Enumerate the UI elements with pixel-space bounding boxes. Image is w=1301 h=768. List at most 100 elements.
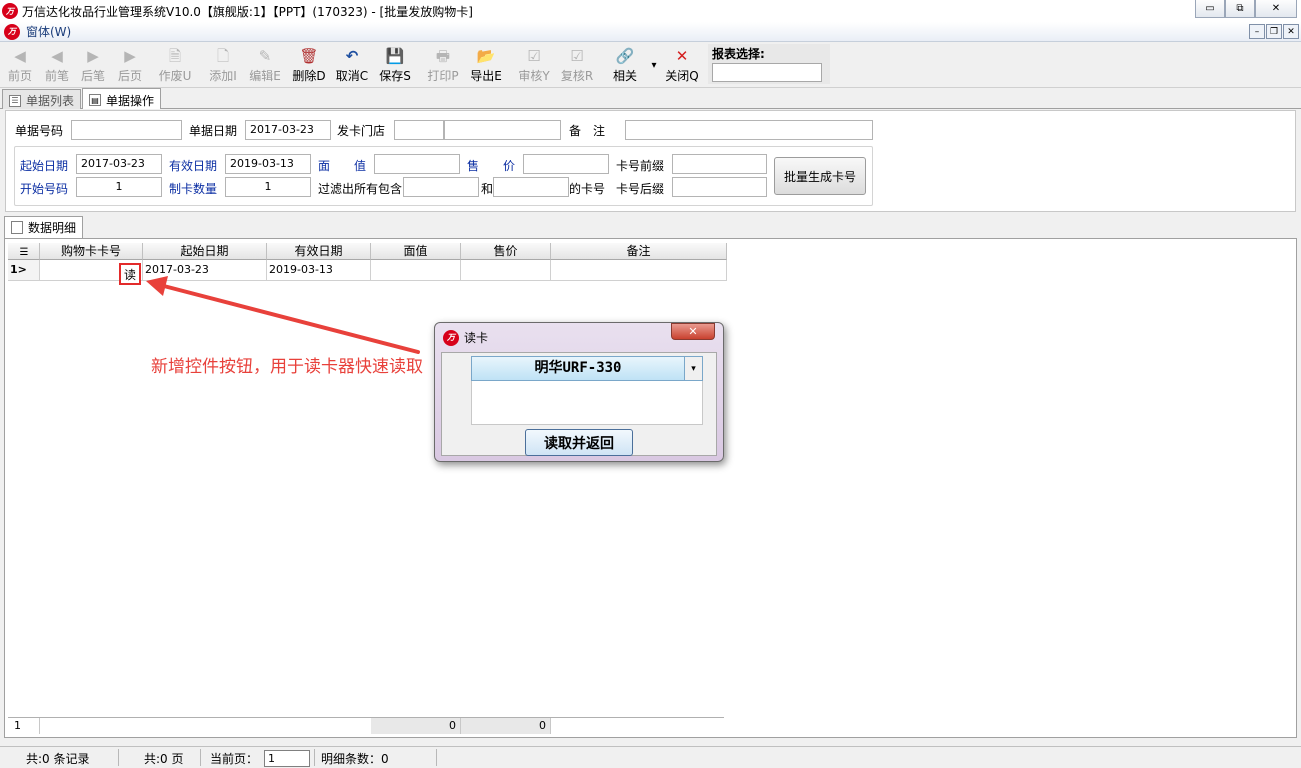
status-bar: 共:0 条记录 共:0 页 当前页： 1 明细条数：0	[0, 746, 1301, 768]
remark-label: 备 注	[569, 124, 606, 138]
delete-icon: 🗑	[299, 47, 319, 65]
menu-window[interactable]: 窗体(W)	[26, 23, 71, 40]
toolbar-prev-record-button[interactable]: ◀ 前笔	[37, 46, 77, 84]
col-header-card-no[interactable]: 购物卡卡号	[40, 243, 143, 260]
remark-input[interactable]	[625, 120, 873, 140]
toolbar-export-button[interactable]: 📂 导出E	[466, 46, 506, 84]
row-indicator[interactable]: 1>	[8, 260, 40, 281]
report-select-input[interactable]	[712, 63, 822, 82]
store-code-input[interactable]	[394, 120, 444, 140]
mdi-minimize-button[interactable]: –	[1249, 24, 1265, 39]
start-date-input[interactable]: 2017-03-23	[76, 154, 162, 174]
maximize-button[interactable]: ⧉	[1225, 0, 1255, 18]
toolbar-print-button[interactable]: 🖶 打印P	[423, 46, 463, 84]
card-prefix-label: 卡号前缀	[616, 159, 665, 173]
grid-footer: 1 0 0	[8, 717, 724, 734]
col-header-valid-date[interactable]: 有效日期	[267, 243, 371, 260]
app-logo-icon: 万	[2, 3, 18, 19]
close-icon: ✕	[675, 47, 689, 65]
dialog-close-button[interactable]: ✕	[671, 323, 715, 340]
card-prefix-input[interactable]	[672, 154, 767, 174]
start-no-input[interactable]: 1	[76, 177, 162, 197]
toolbar-save-button[interactable]: 💾 保存S	[375, 46, 415, 84]
tab-doc-operation[interactable]: ▤ 单据操作	[82, 88, 162, 109]
document-icon	[11, 221, 23, 234]
store-name-input[interactable]	[444, 120, 561, 140]
doc-date-input[interactable]: 2017-03-23	[245, 120, 331, 140]
toolbar-cancel-button[interactable]: ↶ 取消C	[332, 46, 372, 84]
cell-valid-date[interactable]: 2019-03-13	[267, 260, 371, 281]
price-input[interactable]	[523, 154, 609, 174]
document-icon: ▤	[89, 94, 101, 106]
cell-face-value[interactable]	[371, 260, 461, 281]
toolbar-delete-button[interactable]: 🗑 删除D	[289, 46, 329, 84]
filter-label: 过滤出所有包含	[318, 182, 403, 196]
doc-header-form: 单据号码 单据日期 2017-03-23 发卡门店 备 注 起始日期 2017-…	[5, 110, 1296, 212]
next-record-icon: ▶	[87, 47, 99, 65]
save-icon: 💾	[385, 47, 405, 65]
toolbar-void-button[interactable]: 🗎 作废U	[155, 46, 195, 84]
detail-grid-panel: ☰ 购物卡卡号 起始日期 有效日期 面值 售价 备注 1> 2017-03-23…	[4, 238, 1297, 738]
cell-start-date[interactable]: 2017-03-23	[143, 260, 267, 281]
valid-date-input[interactable]: 2019-03-13	[225, 154, 311, 174]
read-and-return-button[interactable]: 读取并返回	[525, 429, 633, 456]
card-count-label: 制卡数量	[169, 182, 218, 196]
cell-remark[interactable]	[551, 260, 727, 281]
doc-no-input[interactable]	[71, 120, 182, 140]
tab-data-detail[interactable]: 数据明细	[4, 216, 84, 238]
window-close-button[interactable]: ✕	[1255, 0, 1297, 18]
print-icon: 🖶	[435, 47, 451, 65]
toolbar-related-button[interactable]: 🔗 相关	[605, 46, 645, 84]
mdi-close-button[interactable]: ✕	[1283, 24, 1299, 39]
face-value-input[interactable]	[374, 154, 460, 174]
card-reader-list[interactable]	[471, 381, 703, 425]
recheck-icon: ☑	[570, 47, 584, 65]
read-card-button[interactable]: 读	[119, 263, 141, 285]
toolbar-recheck-button[interactable]: ☑ 复核R	[557, 46, 597, 84]
card-reader-select[interactable]: 明华URF-330 ▾	[471, 356, 703, 381]
first-page-icon: ◀	[14, 47, 26, 65]
chevron-down-icon[interactable]: ▾	[684, 357, 702, 380]
face-value-label: 面 值	[318, 159, 367, 173]
toolbar-audit-button[interactable]: ☑ 审核Y	[514, 46, 554, 84]
filter-and-label: 和	[481, 182, 494, 196]
card-suffix-input[interactable]	[672, 177, 767, 197]
status-current-page-label: 当前页：	[210, 752, 259, 766]
toolbar-edit-button[interactable]: ✎ 编辑E	[245, 46, 285, 84]
status-record-count: 共:0 条记录	[26, 752, 90, 766]
status-detail-count: 明细条数：0	[321, 752, 389, 766]
col-header-start-date[interactable]: 起始日期	[143, 243, 267, 260]
dialog-logo-icon: 万	[443, 329, 459, 346]
list-icon: ☰	[9, 94, 21, 107]
toolbar-add-button[interactable]: 🗋 添加I	[203, 46, 243, 84]
toolbar-next-record-button[interactable]: ▶ 后笔	[73, 46, 113, 84]
toolbar-first-page-button[interactable]: ◀ 前页	[0, 46, 40, 84]
grid-select-all-header[interactable]: ☰	[8, 243, 40, 260]
batch-generate-button[interactable]: 批量生成卡号	[774, 157, 866, 195]
card-suffix-label: 卡号后缀	[616, 182, 665, 196]
col-header-price[interactable]: 售价	[461, 243, 551, 260]
cell-price[interactable]	[461, 260, 551, 281]
read-card-dialog: 万 读卡 ✕ 明华URF-330 ▾ 读取并返回	[434, 322, 724, 462]
card-count-input[interactable]: 1	[225, 177, 311, 197]
doc-no-label: 单据号码	[15, 124, 64, 138]
current-page-input[interactable]: 1	[264, 750, 310, 767]
doc-date-label: 单据日期	[189, 124, 238, 138]
report-select-label: 报表选择:	[712, 47, 765, 61]
col-header-face-value[interactable]: 面值	[371, 243, 461, 260]
filter-input-1[interactable]	[403, 177, 479, 197]
status-page-count: 共:0 页	[144, 752, 184, 766]
col-header-remark[interactable]: 备注	[551, 243, 727, 260]
dialog-title: 读卡	[464, 331, 489, 345]
prev-record-icon: ◀	[51, 47, 63, 65]
toolbar-last-page-button[interactable]: ▶ 后页	[110, 46, 150, 84]
toolbar-close-button[interactable]: ✕ 关闭Q	[662, 46, 702, 84]
footer-face-total: 0	[371, 718, 461, 734]
title-bar: 万 万信达化妆品行业管理系统V10.0【旗舰版:1】【PPT】(170323) …	[0, 0, 1301, 22]
report-select: 报表选择:	[708, 44, 830, 84]
tab-doc-list[interactable]: ☰ 单据列表	[2, 89, 82, 109]
minimize-button[interactable]: ▭	[1195, 0, 1225, 18]
mdi-restore-button[interactable]: ❐	[1266, 24, 1282, 39]
filter-input-2[interactable]	[493, 177, 569, 197]
filter-card-no-label: 的卡号	[569, 182, 606, 196]
